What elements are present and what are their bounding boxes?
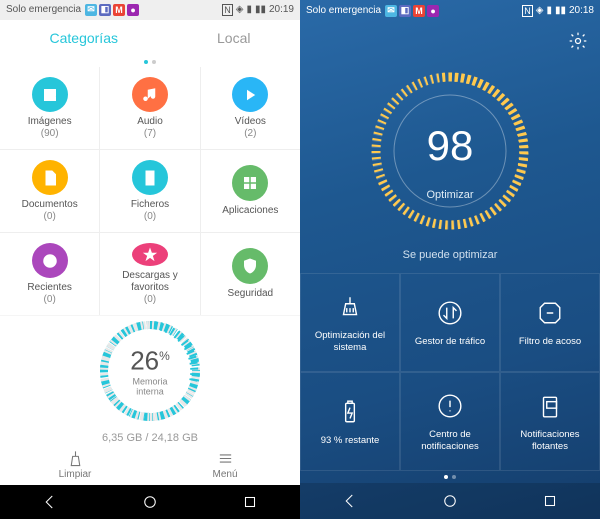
status-bar: Solo emergencia ✉ ◧ M ● N ◈ ▮ ▮▮ 20:19: [0, 0, 300, 20]
memory-panel[interactable]: 26% Memoria interna 6,35 GB / 24,18 GB: [0, 316, 300, 444]
memory-size: 6,35 GB / 24,18 GB: [102, 432, 198, 444]
notification-icons: ✉ ◧ M ●: [85, 4, 139, 16]
window-icon: [535, 391, 565, 421]
shield-icon: [232, 248, 268, 284]
score-area[interactable]: 98 Optimizar: [300, 61, 600, 241]
status-icon: ●: [427, 5, 439, 17]
status-icon: ●: [127, 4, 139, 16]
battery-icon: ▮▮: [555, 5, 566, 16]
category-documents[interactable]: Documentos(0): [0, 150, 99, 232]
category-files[interactable]: Ficheros(0): [100, 150, 199, 232]
tab-local[interactable]: Local: [217, 30, 250, 46]
clock-text: 20:19: [269, 4, 294, 15]
status-icon: ✉: [385, 5, 397, 17]
block-icon: [535, 298, 565, 328]
gmail-icon: M: [113, 4, 125, 16]
header-row: [300, 21, 600, 61]
category-downloads[interactable]: Descargas y favoritos(0): [100, 233, 199, 315]
signal-icon: ▮: [546, 5, 552, 16]
category-recent[interactable]: Recientes(0): [0, 233, 99, 315]
clock-text: 20:18: [569, 5, 594, 16]
tile-notification-center[interactable]: Centro de notificaciones: [400, 372, 500, 471]
play-icon: [232, 77, 268, 112]
category-images[interactable]: Imágenes(90): [0, 67, 99, 149]
score-label: Optimizar: [426, 189, 473, 201]
tab-categories[interactable]: Categorías: [50, 30, 118, 46]
signal-icon: ▮: [246, 4, 252, 15]
apps-icon: [232, 165, 268, 201]
status-icon: ◧: [399, 5, 411, 17]
transfer-icon: [435, 298, 465, 328]
tile-harassment-filter[interactable]: Filtro de acoso: [500, 273, 600, 372]
nav-bar: [0, 485, 300, 519]
page-indicator: [0, 57, 300, 67]
battery-icon: [335, 397, 365, 427]
image-icon: [32, 77, 68, 112]
gear-icon[interactable]: [568, 31, 588, 51]
nfc-icon: N: [222, 4, 233, 16]
tab-bar: Categorías Local: [0, 20, 300, 57]
optimizer-screen: Solo emergencia ✉ ◧ M ● N ◈ ▮ ▮▮ 20:18: [300, 0, 600, 519]
carrier-text: Solo emergencia: [306, 5, 381, 16]
tile-traffic-manager[interactable]: Gestor de tráfico: [400, 273, 500, 372]
star-icon: [132, 243, 168, 266]
status-bar: Solo emergencia ✉ ◧ M ● N ◈ ▮ ▮▮ 20:18: [300, 0, 600, 21]
carrier-text: Solo emergencia: [6, 4, 81, 15]
clock-icon: [32, 243, 68, 278]
battery-icon: ▮▮: [255, 4, 266, 15]
page-indicator: [300, 471, 600, 483]
menu-button[interactable]: Menú: [150, 444, 300, 485]
tile-floating-notifications[interactable]: Notificaciones flotantes: [500, 372, 600, 471]
brush-icon: [335, 292, 365, 322]
memory-percent: 26: [130, 346, 159, 376]
category-audio[interactable]: Audio(7): [100, 67, 199, 149]
status-icon: ✉: [85, 4, 97, 16]
tools-grid: Optimización del sistema Gestor de tráfi…: [300, 273, 600, 471]
memory-label: Memoria interna: [123, 377, 178, 397]
score-message: Se puede optimizar: [300, 249, 600, 261]
clean-button[interactable]: Limpiar: [0, 444, 150, 485]
archive-icon: [132, 160, 168, 195]
recent-icon[interactable]: [241, 493, 259, 511]
category-grid: Imágenes(90) Audio(7) Vídeos(2) Document…: [0, 67, 300, 315]
file-manager-screen: Solo emergencia ✉ ◧ M ● N ◈ ▮ ▮▮ 20:19 C…: [0, 0, 300, 519]
category-videos[interactable]: Vídeos(2): [201, 67, 300, 149]
tile-system-optimization[interactable]: Optimización del sistema: [300, 273, 400, 372]
home-icon[interactable]: [141, 493, 159, 511]
back-icon[interactable]: [341, 492, 359, 510]
wifi-icon: ◈: [236, 4, 244, 15]
memory-gauge: 26% Memoria interna: [95, 316, 205, 426]
home-icon[interactable]: [441, 492, 459, 510]
back-icon[interactable]: [41, 493, 59, 511]
category-apps[interactable]: Aplicaciones: [201, 150, 300, 232]
category-security[interactable]: Seguridad: [201, 233, 300, 315]
document-icon: [32, 160, 68, 195]
score-gauge: 98 Optimizar: [365, 66, 535, 236]
music-icon: [132, 77, 168, 112]
score-value: 98: [427, 122, 474, 170]
bottom-toolbar: Limpiar Menú: [0, 444, 300, 485]
status-icon: ◧: [99, 4, 111, 16]
alert-icon: [435, 391, 465, 421]
wifi-icon: ◈: [536, 5, 544, 16]
notification-icons: ✉ ◧ M ●: [385, 5, 439, 17]
tile-battery[interactable]: 93 % restante: [300, 372, 400, 471]
nfc-icon: N: [522, 5, 533, 17]
gmail-icon: M: [413, 5, 425, 17]
nav-bar: [300, 483, 600, 519]
recent-icon[interactable]: [541, 492, 559, 510]
